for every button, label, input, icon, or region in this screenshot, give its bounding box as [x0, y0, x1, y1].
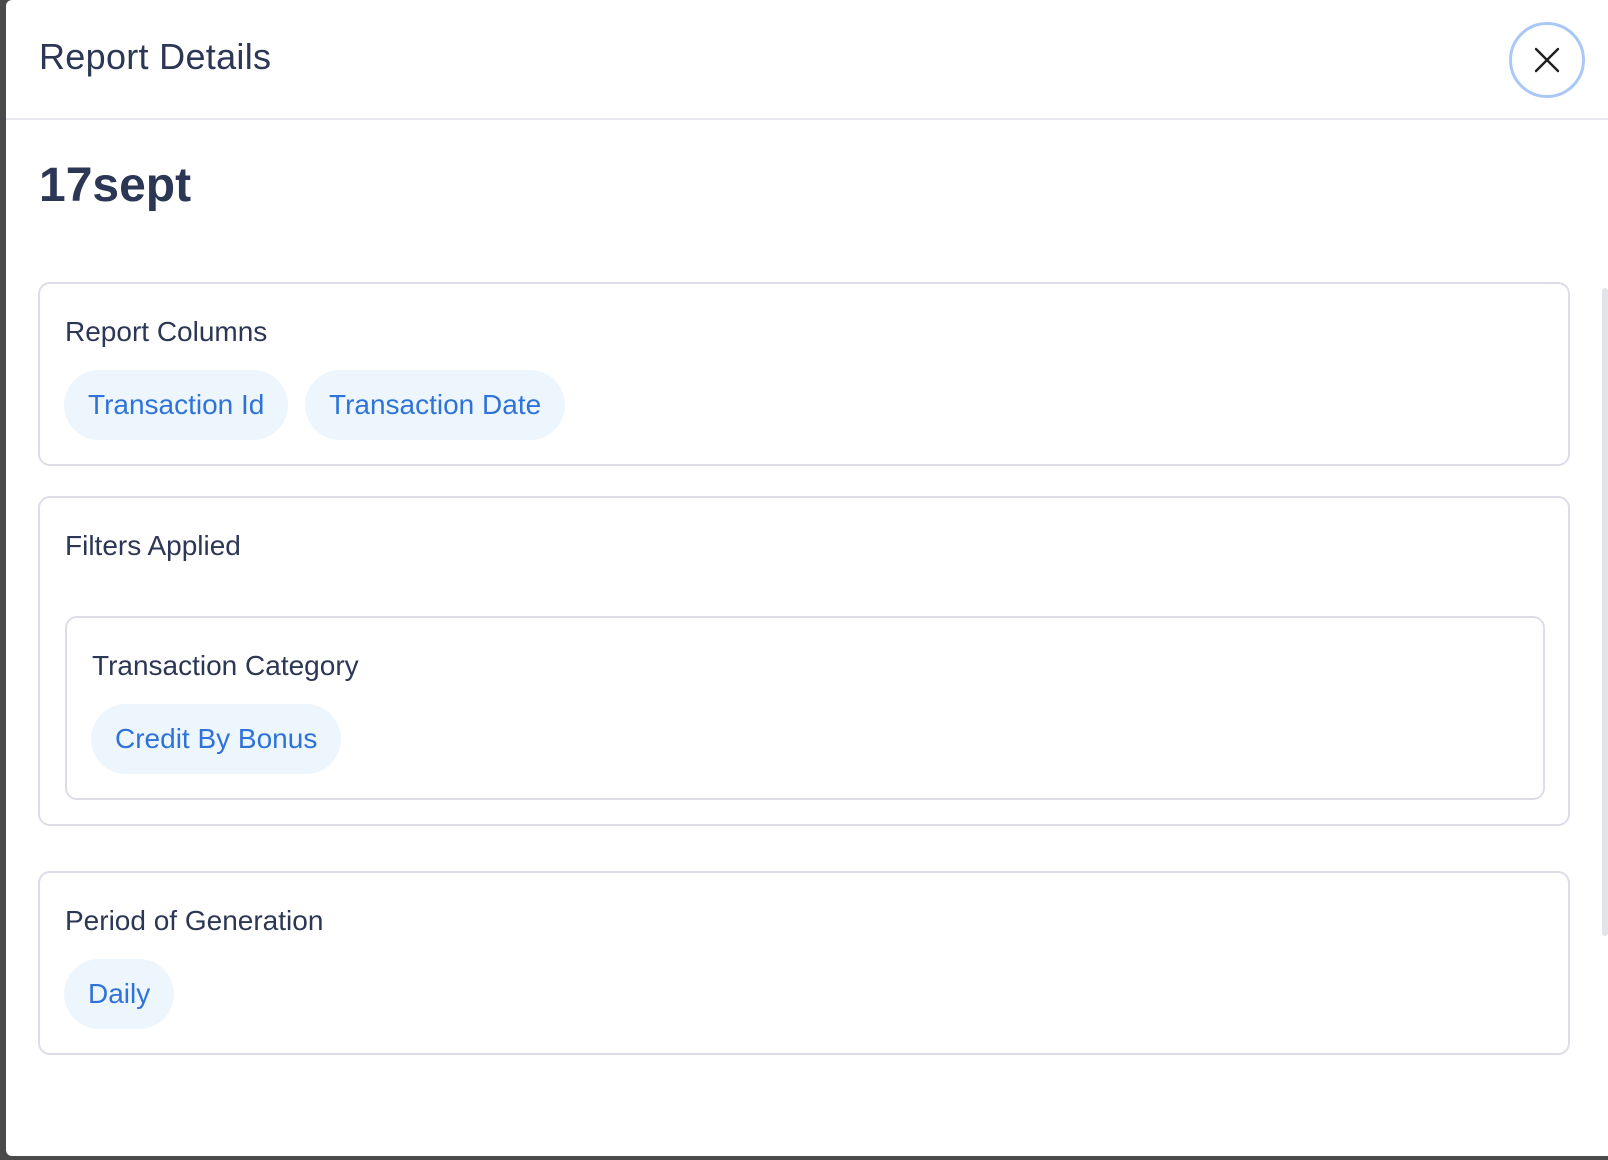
close-button[interactable]	[1509, 22, 1585, 98]
period-of-generation-card: Period of Generation Daily	[38, 871, 1570, 1055]
report-columns-card: Report Columns Transaction Id Transactio…	[38, 282, 1570, 466]
filters-applied-label: Filters Applied	[65, 530, 241, 561]
filter-item-label: Transaction Category	[92, 650, 359, 681]
filters-applied-card: Filters Applied Transaction Category Cre…	[38, 496, 1570, 826]
filter-item-card: Transaction Category Credit By Bonus	[65, 616, 1545, 800]
modal-title: Report Details	[39, 36, 272, 77]
report-details-modal: Report Details 17sept Report Columns Tra…	[6, 0, 1608, 1156]
column-chip: Transaction Date	[305, 370, 566, 440]
report-name: 17sept	[39, 159, 192, 212]
scrollbar[interactable]	[1602, 288, 1608, 936]
modal-header: Report Details	[6, 0, 1608, 120]
close-icon	[1534, 47, 1560, 73]
period-of-generation-label: Period of Generation	[65, 905, 324, 936]
report-columns-label: Report Columns	[65, 316, 268, 347]
column-chip: Transaction Id	[64, 370, 289, 440]
filter-value-chip: Credit By Bonus	[91, 704, 342, 774]
period-chip: Daily	[64, 959, 175, 1029]
